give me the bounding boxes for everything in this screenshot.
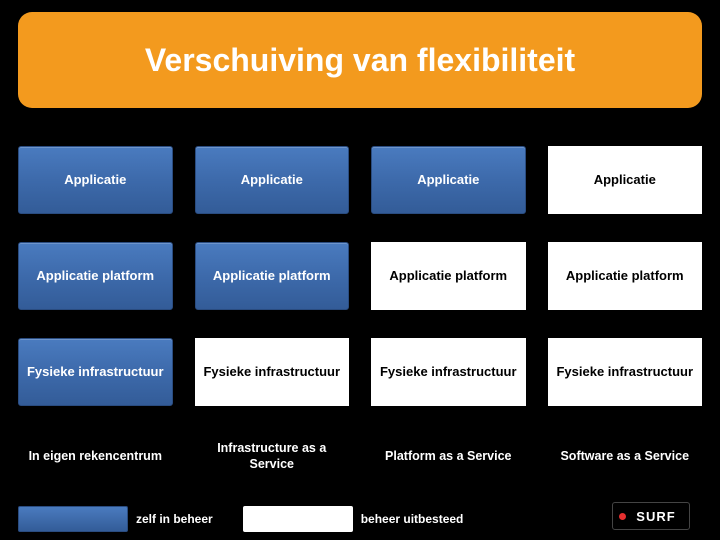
layer-cell: Applicatie: [195, 146, 350, 214]
column-caption: In eigen rekencentrum: [18, 434, 173, 478]
legend-swatch-self: [18, 506, 128, 532]
flexibility-grid: Applicatie Applicatie Applicatie Applica…: [18, 146, 702, 478]
legend: zelf in beheer beheer uitbesteed: [18, 506, 463, 532]
legend-item-outsourced: beheer uitbesteed: [243, 506, 464, 532]
layer-cell: Fysieke infrastructuur: [371, 338, 526, 406]
surf-logo: SURF: [612, 502, 690, 530]
layer-cell: Fysieke infrastructuur: [548, 338, 703, 406]
slide-title-bar: Verschuiving van flexibiliteit: [18, 12, 702, 108]
layer-cell: Applicatie: [18, 146, 173, 214]
legend-item-self: zelf in beheer: [18, 506, 213, 532]
column-caption: Software as a Service: [548, 434, 703, 478]
legend-label-self: zelf in beheer: [136, 512, 213, 526]
layer-cell: Applicatie: [548, 146, 703, 214]
legend-swatch-outsourced: [243, 506, 353, 532]
slide-title: Verschuiving van flexibiliteit: [145, 42, 575, 79]
layer-cell: Applicatie: [371, 146, 526, 214]
layer-cell: Applicatie platform: [195, 242, 350, 310]
layer-cell: Fysieke infrastructuur: [195, 338, 350, 406]
logo-text: SURF: [636, 509, 675, 524]
layer-cell: Fysieke infrastructuur: [18, 338, 173, 406]
layer-cell: Applicatie platform: [548, 242, 703, 310]
legend-label-outsourced: beheer uitbesteed: [361, 512, 464, 526]
layer-cell: Applicatie platform: [371, 242, 526, 310]
layer-cell: Applicatie platform: [18, 242, 173, 310]
column-caption: Platform as a Service: [371, 434, 526, 478]
column-caption: Infrastructure as a Service: [195, 434, 350, 478]
